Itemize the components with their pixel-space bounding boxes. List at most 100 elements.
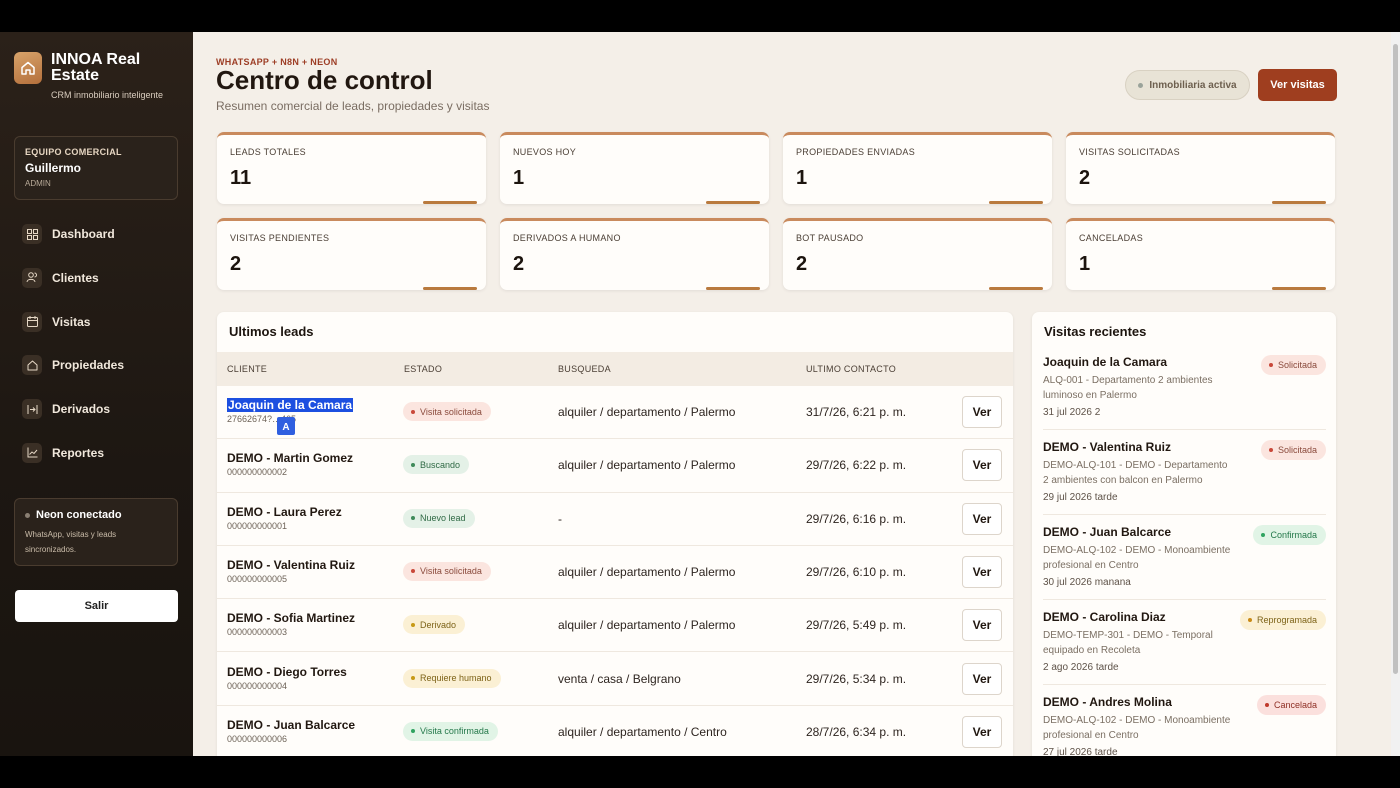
lead-name[interactable]: DEMO - Martin Gomez [227,451,353,465]
visit-desc: DEMO-ALQ-102 - DEMO - Monoambiente profe… [1043,715,1231,741]
svg-text:A: A [282,422,289,433]
connection-status-title: Neon conectado [25,509,167,521]
list-item[interactable]: DEMO - Valentina Ruiz DEMO-ALQ-101 - DEM… [1043,430,1326,515]
visit-desc: ALQ-001 - Departamento 2 ambientes lumin… [1043,375,1213,401]
stat-accent-bar [706,201,760,204]
lead-name[interactable]: DEMO - Diego Torres [227,665,347,679]
lead-phone: 000000000002 [227,467,288,478]
visit-name: DEMO - Carolina Diaz [1043,610,1166,624]
sidebar-item-label: Visitas [52,314,91,329]
sidebar-item-propiedades[interactable]: Propiedades [22,355,124,376]
table-row[interactable]: DEMO - Diego Torres 000000000004 Requier… [217,653,1013,706]
status-badge: Reprogramada [1239,610,1326,630]
scrollbar-thumb[interactable] [1393,44,1398,674]
connection-status-card: Neon conectado WhatsApp, visitas y leads… [14,498,178,566]
status-dot-icon [411,516,415,521]
stat-card-bot-pausado: BOT PAUSADO 2 [783,218,1052,290]
status-badge: Nuevo lead [403,508,475,528]
status-badge: Cancelada [1256,695,1326,715]
ver-button[interactable]: Ver [962,609,1002,642]
user-name: Guillermo [25,161,82,175]
sidebar-item-label: Derivados [52,402,111,417]
stat-label: CANCELADAS [1079,233,1144,243]
stat-value: 1 [796,167,808,189]
lead-name[interactable]: Joaquin de la Camara [227,398,354,412]
lead-busqueda: venta / casa / Belgrano [558,671,681,686]
status-badge: Requiere humano [403,668,501,688]
list-item[interactable]: Joaquin de la Camara ALQ-001 - Departame… [1043,345,1326,430]
visit-name: Joaquin de la Camara [1043,355,1168,369]
lead-busqueda: alquiler / departamento / Centro [558,724,727,739]
status-dot-icon [1268,448,1273,452]
ver-button[interactable]: Ver [962,715,1002,748]
sidebar-item-label: Clientes [52,270,99,285]
status-dot-icon [411,729,415,734]
status-badge: Visita solicitada [403,402,491,421]
sidebar-item-visitas[interactable]: Visitas [22,311,124,332]
table-row[interactable]: Joaquin de la Camara 27662674?…465 Visit… [217,386,1013,440]
visit-date: 27 jul 2026 tarde [1043,747,1118,756]
status-badge: Visita confirmada [403,721,498,741]
table-row[interactable]: DEMO - Juan Balcarce 000000000006 Visita… [217,706,1013,756]
status-dot-icon [1247,618,1252,622]
app-window: INNOA Real Estate CRM inmobiliario intel… [0,32,1400,756]
table-row[interactable]: DEMO - Martin Gomez 000000000002 Buscand… [217,439,1013,493]
lead-busqueda: alquiler / departamento / Palermo [558,564,736,579]
ver-button[interactable]: Ver [962,555,1002,588]
team-label: EQUIPO COMERCIAL [25,147,122,157]
visit-date: 29 jul 2026 tarde [1043,492,1118,503]
stat-accent-bar [423,201,477,204]
stat-value: 11 [230,167,252,189]
visit-date: 31 jul 2026 2 [1043,407,1101,418]
lead-phone: 000000000005 [227,573,288,584]
status-badge: Confirmada [1253,525,1326,545]
ver-button[interactable]: Ver [962,502,1002,535]
stat-label: VISITAS PENDIENTES [230,233,330,243]
visit-name: DEMO - Andres Molina [1043,695,1172,709]
lead-phone: 000000000001 [227,520,288,531]
lead-name[interactable]: DEMO - Laura Perez [227,505,342,519]
status-badge: Visita solicitada [403,561,491,581]
list-item[interactable]: DEMO - Andres Molina DEMO-ALQ-102 - DEMO… [1043,685,1326,756]
sidebar-item-dashboard[interactable]: Dashboard [22,224,124,244]
status-dot-icon [25,512,30,518]
visit-name: DEMO - Valentina Ruiz [1043,440,1172,454]
column-header-estado: ESTADO [404,364,443,374]
column-header-busqueda: BUSQUEDA [558,364,611,374]
lead-name[interactable]: DEMO - Valentina Ruiz [227,558,355,572]
ver-button[interactable]: Ver [962,396,1002,428]
ver-button[interactable]: Ver [962,449,1002,482]
table-row[interactable]: DEMO - Laura Perez 000000000001 Nuevo le… [217,493,1013,546]
logout-button[interactable]: Salir [15,590,178,622]
scrollbar[interactable] [1391,32,1400,756]
stat-label: DERIVADOS A HUMANO [513,233,621,243]
table-row[interactable]: DEMO - Valentina Ruiz 000000000005 Visit… [217,546,1013,600]
status-badge: Buscando [403,455,470,475]
sidebar-item-derivados[interactable]: Derivados [22,399,124,420]
column-header-contacto: ULTIMO CONTACTO [806,364,896,374]
lead-contacto: 28/7/26, 6:34 p. m. [806,724,907,739]
sidebar-item-clientes[interactable]: Clientes [22,267,124,288]
list-item[interactable]: DEMO - Carolina Diaz DEMO-TEMP-301 - DEM… [1043,600,1326,685]
sidebar-item-reportes[interactable]: Reportes [22,442,124,463]
sidebar: INNOA Real Estate CRM inmobiliario intel… [0,32,193,756]
stat-label: VISITAS SOLICITADAS [1079,147,1180,157]
house-icon [22,355,42,376]
sidebar-item-label: Reportes [52,445,105,460]
stat-value: 2 [513,253,525,275]
lead-busqueda: alquiler / departamento / Palermo [558,405,736,419]
translate-icon: A [277,417,295,435]
lead-name[interactable]: DEMO - Sofia Martinez [227,611,355,625]
status-dot-icon [1264,703,1269,707]
view-visits-button[interactable]: Ver visitas [1258,69,1337,101]
status-dot-icon [1138,82,1144,88]
stat-card-canceladas: CANCELADAS 1 [1066,218,1335,290]
list-item[interactable]: DEMO - Juan Balcarce DEMO-ALQ-102 - DEMO… [1043,515,1326,600]
lead-name[interactable]: DEMO - Juan Balcarce [227,718,355,732]
table-row[interactable]: DEMO - Sofia Martinez 000000000003 Deriv… [217,599,1013,653]
ver-button[interactable]: Ver [962,662,1002,695]
page-subtitle: Resumen comercial de leads, propiedades … [216,99,490,113]
table-header: CLIENTE ESTADO BUSQUEDA ULTIMO CONTACTO [217,352,1013,386]
stat-value: 2 [1079,167,1091,189]
status-badge: Solicitada [1260,440,1326,460]
